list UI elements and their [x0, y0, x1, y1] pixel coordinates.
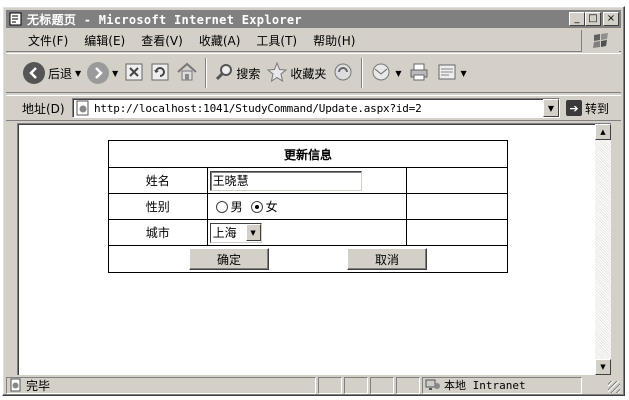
status-panel [318, 376, 342, 394]
mail-icon [370, 62, 392, 85]
confirm-button[interactable]: 确定 [189, 248, 269, 270]
back-button[interactable]: 后退 ▼ [20, 57, 84, 89]
address-label: 地址(D) [22, 101, 65, 116]
stop-icon [124, 62, 144, 85]
gender-label: 性别 [108, 193, 208, 220]
zone-text: 本地 Intranet [444, 379, 526, 392]
menu-edit[interactable]: 编辑(E) [76, 32, 133, 49]
edit-dropdown-icon[interactable]: ▼ [461, 69, 467, 78]
status-bar: 完毕 本地 Intranet [6, 376, 621, 394]
name-input[interactable] [209, 170, 362, 191]
forward-dropdown-icon[interactable]: ▼ [112, 69, 118, 78]
close-button[interactable]: × [603, 12, 619, 26]
media-icon [332, 61, 354, 86]
mail-button[interactable]: ▼ [367, 57, 404, 89]
menu-help[interactable]: 帮助(H) [305, 32, 363, 49]
back-dropdown-icon[interactable]: ▼ [75, 69, 81, 78]
star-icon [266, 61, 288, 86]
back-label: 后退 [48, 66, 73, 81]
name-label: 姓名 [108, 167, 208, 194]
windows-flag-icon [581, 30, 619, 52]
search-label: 搜索 [236, 66, 261, 81]
back-arrow-icon [23, 62, 45, 84]
home-icon [176, 62, 198, 85]
gender-female-label: 女 [265, 200, 278, 214]
chevron-down-icon[interactable]: ▼ [245, 224, 261, 241]
gender-male-radio[interactable] [215, 200, 228, 213]
intranet-icon [425, 378, 441, 392]
mail-dropdown-icon[interactable]: ▼ [395, 69, 401, 78]
favorites-label: 收藏夹 [290, 66, 327, 81]
media-button[interactable] [329, 57, 357, 89]
forward-arrow-icon [87, 62, 110, 84]
stop-button[interactable] [121, 57, 147, 89]
edit-page-icon [436, 62, 458, 85]
address-input[interactable]: http://localhost:1041/StudyCommand/Updat… [72, 98, 560, 118]
refresh-icon [150, 62, 170, 85]
menu-favorites[interactable]: 收藏(A) [191, 32, 249, 49]
print-icon [408, 62, 430, 85]
title-bar[interactable]: 无标题页 - Microsoft Internet Explorer _ □ × [6, 10, 621, 28]
maximize-button[interactable]: □ [585, 12, 601, 26]
address-bar: 地址(D) http://localhost:1041/StudyCommand… [6, 95, 621, 121]
browser-window: 无标题页 - Microsoft Internet Explorer _ □ ×… [2, 6, 625, 396]
address-dropdown-icon[interactable]: ▼ [543, 99, 559, 117]
gender-female-radio[interactable] [250, 200, 263, 213]
status-text: 完毕 [26, 378, 51, 393]
city-value: 上海 [212, 226, 237, 240]
favorites-button[interactable]: 收藏夹 [263, 57, 329, 89]
city-label: 城市 [108, 219, 208, 246]
search-icon [214, 62, 234, 85]
status-panel [370, 376, 394, 394]
done-page-icon [9, 378, 23, 392]
refresh-button[interactable] [147, 57, 173, 89]
window-title: 无标题页 - Microsoft Internet Explorer [27, 12, 302, 27]
home-button[interactable] [173, 57, 201, 89]
toolbar-separator [361, 58, 364, 88]
gender-radio-group: 男 女 [210, 198, 407, 215]
ie-page-icon [8, 11, 24, 27]
scroll-down-icon[interactable]: ▼ [595, 359, 611, 375]
go-label: 转到 [585, 101, 610, 116]
page-content: 更新信息 姓名 性别 男 女 [17, 123, 611, 375]
menu-file[interactable]: 文件(F) [6, 32, 76, 49]
status-panel [396, 376, 420, 394]
vertical-scrollbar[interactable]: ▲ ▼ [595, 124, 611, 375]
status-panel [344, 376, 368, 394]
go-button[interactable]: ➔ 转到 [566, 100, 609, 117]
form-header: 更新信息 [108, 140, 508, 168]
minimize-button[interactable]: _ [569, 12, 585, 26]
city-select[interactable]: 上海 ▼ [209, 222, 262, 243]
page-icon [75, 100, 91, 116]
security-zone[interactable]: 本地 Intranet [422, 376, 582, 394]
go-arrow-icon: ➔ [566, 100, 582, 116]
toolbar-separator [205, 58, 208, 88]
toolbar: 后退 ▼ ▼ 搜索 收藏夹 ▼ ▼ [6, 53, 621, 93]
menu-view[interactable]: 查看(V) [133, 32, 191, 49]
edit-button[interactable]: ▼ [433, 57, 470, 89]
print-button[interactable] [405, 57, 433, 89]
address-url: http://localhost:1041/StudyCommand/Updat… [94, 101, 422, 115]
search-button[interactable]: 搜索 [211, 57, 263, 89]
update-form-table: 更新信息 姓名 性别 男 女 [108, 140, 508, 273]
gender-male-label: 男 [230, 200, 243, 214]
forward-button[interactable]: ▼ [84, 57, 121, 89]
cancel-button[interactable]: 取消 [347, 248, 427, 270]
scroll-up-icon[interactable]: ▲ [595, 124, 611, 140]
menu-bar: 文件(F) 编辑(E) 查看(V) 收藏(A) 工具(T) 帮助(H) [6, 30, 621, 52]
resize-grip-icon[interactable] [608, 381, 620, 393]
menu-tools[interactable]: 工具(T) [248, 32, 305, 49]
